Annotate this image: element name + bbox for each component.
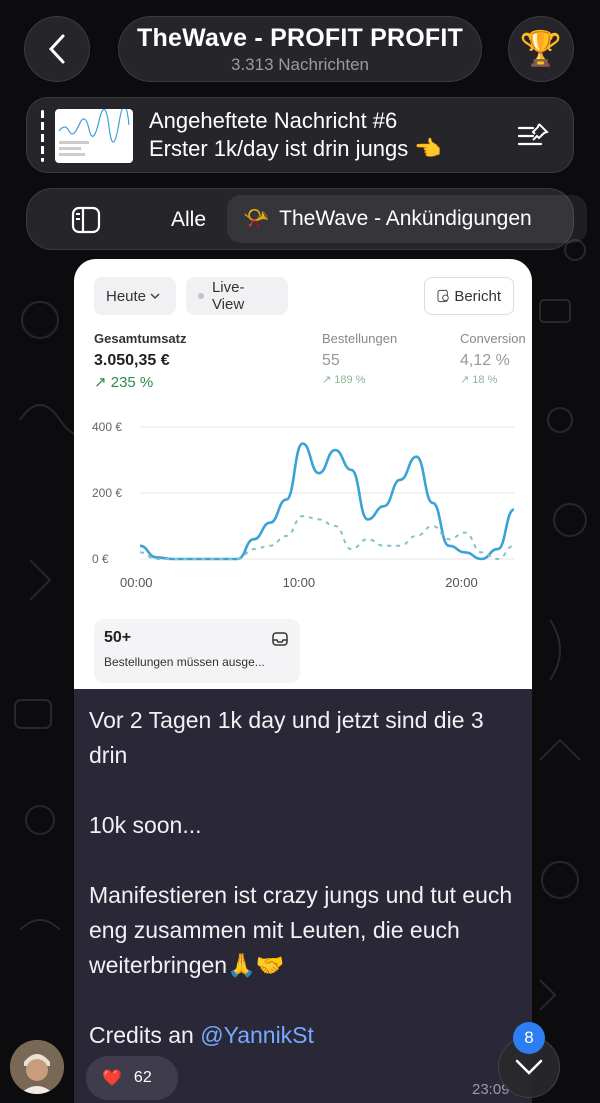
unread-badge: 8 <box>513 1022 545 1054</box>
filter-announcements-label: TheWave - Ankündigungen <box>279 207 532 230</box>
avatar[interactable] <box>10 1040 64 1094</box>
live-view-button: Live-View <box>186 277 288 315</box>
report-icon <box>437 289 449 303</box>
chevron-down-icon <box>515 1059 543 1075</box>
topic-filter-bar: Alle 📯 TheWave - Ankündigungen <box>26 188 587 250</box>
trophy-button[interactable]: 🏆 <box>508 16 574 82</box>
dashboard-screenshot[interactable]: Heute Live-View Bericht Gesamtumsatz 3.0… <box>74 259 532 689</box>
y-tick-label: 400 € <box>92 420 122 434</box>
mention-link[interactable]: @YannikSt <box>200 1022 314 1048</box>
live-dot-icon <box>198 293 204 299</box>
pinned-thumbnail <box>55 109 133 163</box>
heart-icon: ❤️ <box>102 1070 122 1087</box>
reaction-count: 62 <box>133 1069 152 1086</box>
message-paragraph: Vor 2 Tagen 1k day und jetzt sind die 3 … <box>89 707 484 768</box>
chat-title[interactable]: TheWave - PROFIT PROFIT 3.313 Nachrichte… <box>118 16 482 82</box>
pin-list-icon[interactable] <box>517 120 551 150</box>
back-button[interactable] <box>24 16 90 82</box>
kpi-conversion: Conversion 4,12 % ↗ 18 % <box>460 331 526 386</box>
message-paragraph: 10k soon... <box>89 812 202 838</box>
pinned-indicator <box>41 110 44 162</box>
inbox-icon <box>272 632 288 646</box>
series-line-comparison <box>139 515 515 561</box>
sidebar-toggle-icon[interactable] <box>71 206 101 234</box>
y-tick-label: 200 € <box>92 486 122 500</box>
kpi-revenue: Gesamtumsatz 3.050,35 € ↗ 235 % <box>94 331 187 391</box>
x-tick-label: 00:00 <box>120 575 153 590</box>
series-line-today <box>139 442 515 561</box>
revenue-line-chart: 0 € 200 € 400 € 00:00 10:00 20:00 <box>92 420 515 590</box>
chevron-down-icon <box>150 293 160 300</box>
y-tick-label: 0 € <box>92 552 109 566</box>
chevron-left-icon <box>48 34 65 64</box>
message-credits: Credits an @YannikSt <box>89 1022 314 1048</box>
pinned-text: Erster 1k/day ist drin jungs 👈 <box>149 136 442 161</box>
message-bubble[interactable]: Heute Live-View Bericht Gesamtumsatz 3.0… <box>74 259 532 1103</box>
kpi-orders: Bestellungen 55 ↗ 189 % <box>322 331 398 386</box>
x-tick-label: 20:00 <box>445 575 478 590</box>
heart-reaction[interactable]: ❤️ 62 <box>86 1056 178 1100</box>
filter-all[interactable]: Alle <box>171 208 206 232</box>
date-select-button: Heute <box>94 277 176 315</box>
pinned-message-bar[interactable]: Angeheftete Nachricht #6 Erster 1k/day i… <box>26 97 574 173</box>
trophy-icon: 🏆 <box>519 30 563 68</box>
chat-title-text: TheWave - PROFIT PROFIT <box>137 23 463 52</box>
pinned-title: Angeheftete Nachricht #6 <box>149 108 398 133</box>
message-paragraph: Manifestieren ist crazy jungs und tut eu… <box>89 882 513 978</box>
orders-card: 50+ Bestellungen müssen ausge... <box>94 619 300 683</box>
report-button: Bericht <box>424 277 514 315</box>
horn-icon: 📯 <box>243 207 270 230</box>
message-count: 3.313 Nachrichten <box>231 54 369 74</box>
message-text: Vor 2 Tagen 1k day und jetzt sind die 3 … <box>89 703 519 1088</box>
filter-announcements[interactable]: 📯 TheWave - Ankündigungen <box>227 195 587 243</box>
x-tick-label: 10:00 <box>283 575 316 590</box>
